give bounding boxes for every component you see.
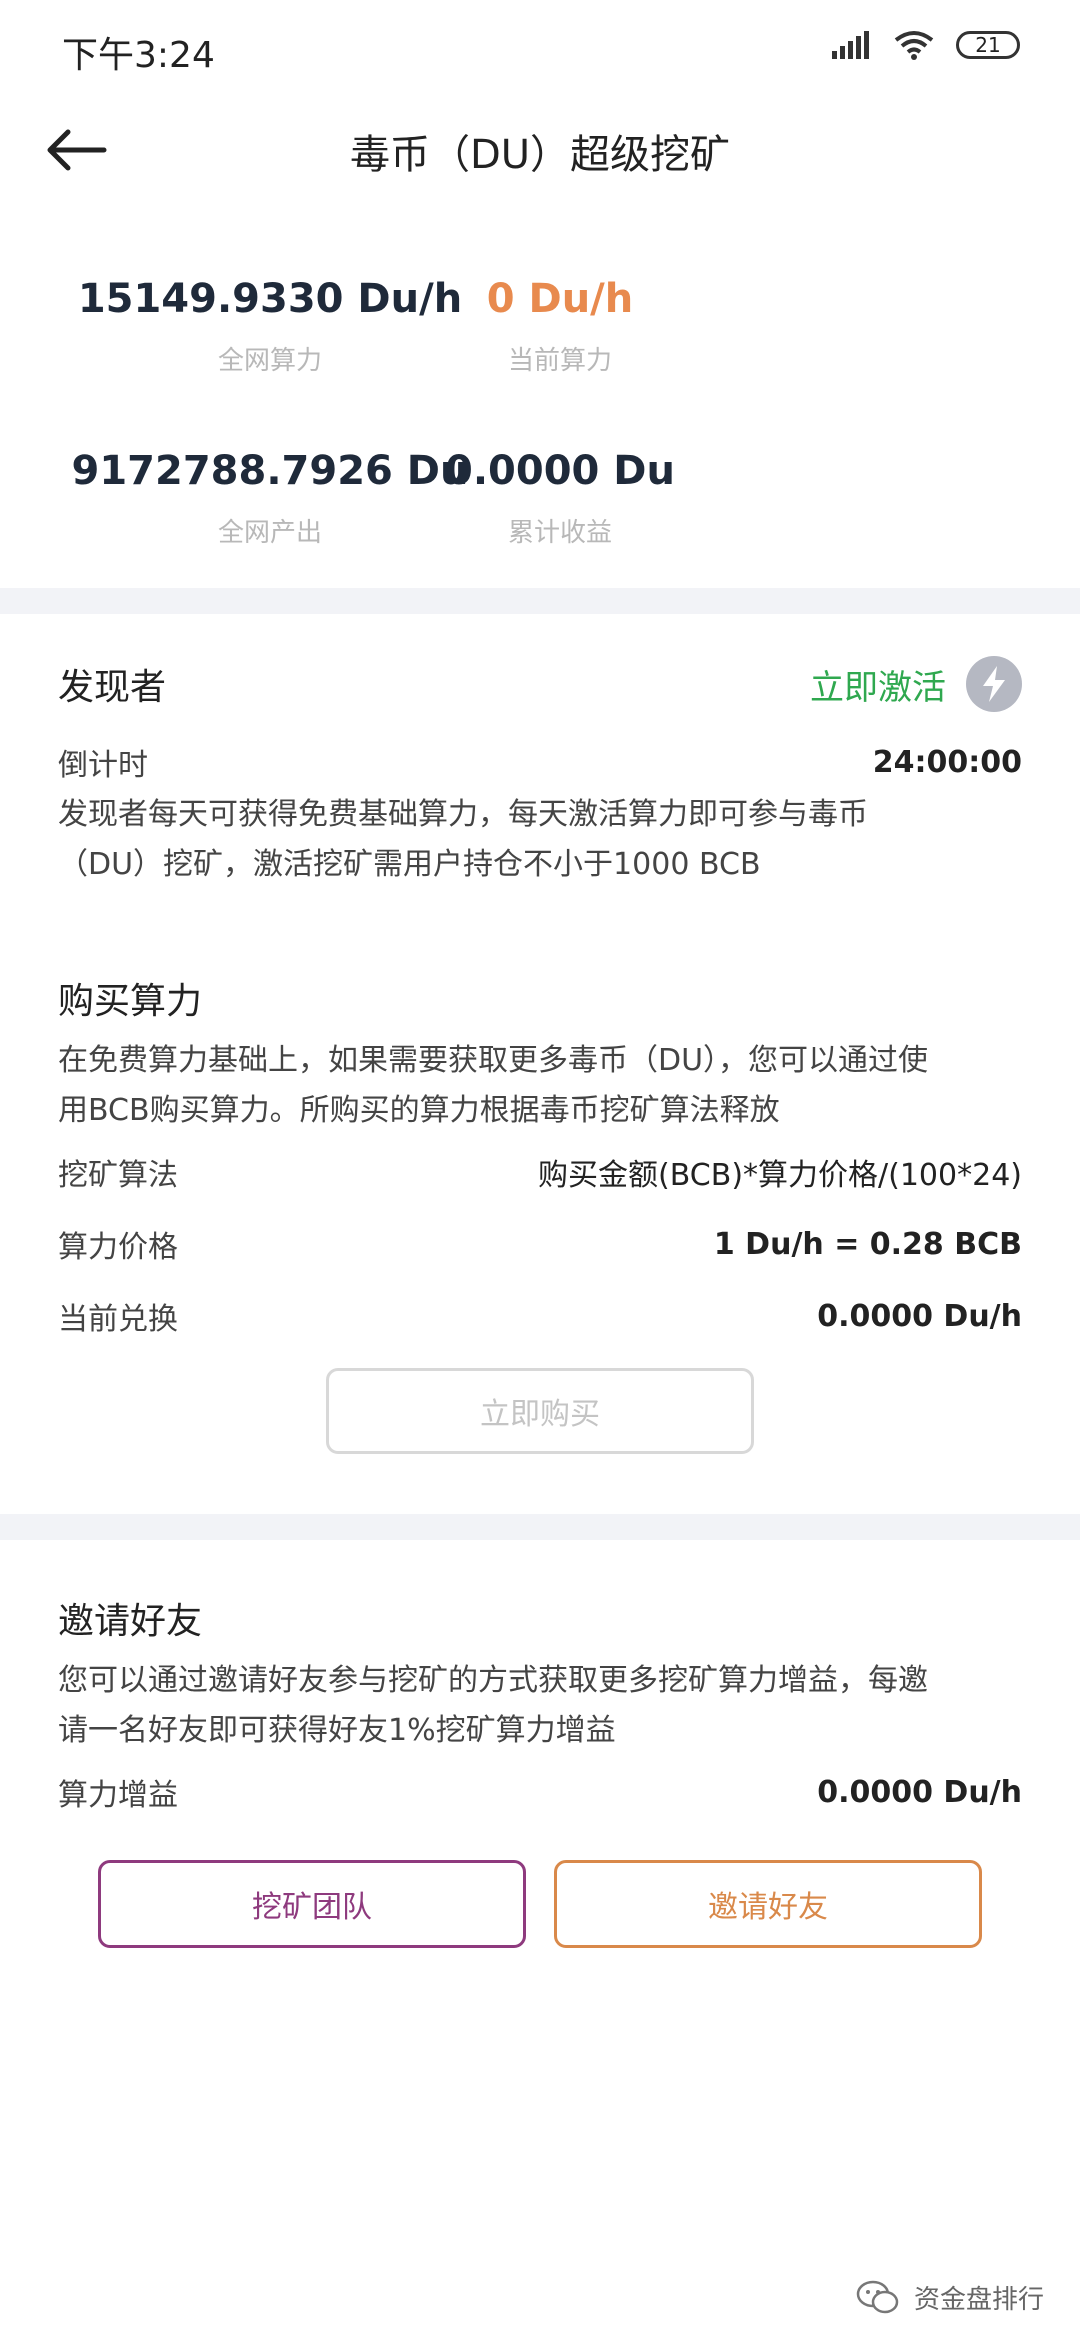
total-earnings-value: 0.0000 Du	[445, 448, 675, 494]
price-row: 算力价格 1 Du/h = 0.28 BCB	[58, 1222, 1022, 1266]
invite-title: 邀请好友	[58, 1601, 203, 1642]
watermark-text: 资金盘排行	[913, 2285, 1044, 2315]
purchase-section: 购买算力 在免费算力基础上，如果需要获取更多毒币（DU），您可以通过使 用BCB…	[58, 972, 1022, 1338]
discoverer-title: 发现者	[58, 667, 167, 708]
header: 毒币（DU）超级挖矿	[0, 100, 1080, 200]
gain-value: 0.0000 Du/h	[817, 1774, 1022, 1810]
current-hashrate-stat: 0 Du/h 当前算力	[290, 276, 830, 377]
activate-button[interactable]: 立即激活	[810, 656, 1022, 712]
invite-description-line: 请一名好友即可获得好友1%挖矿算力增益	[58, 1713, 616, 1748]
countdown-value: 24:00:00	[872, 744, 1022, 780]
status-time: 下午3:24	[62, 35, 215, 76]
current-hashrate-value: 0 Du/h	[486, 276, 634, 322]
mining-team-button[interactable]: 挖矿团队	[98, 1860, 526, 1948]
purchase-description: 在免费算力基础上，如果需要获取更多毒币（DU），您可以通过使 用BCB购买算力。…	[58, 1036, 1022, 1136]
discoverer-description-line: 发现者每天可获得免费基础算力，每天激活算力即可参与毒币	[58, 797, 868, 832]
gain-label: 算力增益	[58, 1778, 178, 1813]
invite-friends-button[interactable]: 邀请好友	[554, 1860, 982, 1948]
status-icons: 21	[832, 30, 1020, 60]
wifi-icon	[894, 31, 934, 60]
exchange-value: 0.0000 Du/h	[817, 1298, 1022, 1334]
algorithm-row: 挖矿算法 购买金额(BCB)*算力价格/(100*24)	[58, 1150, 1022, 1194]
countdown-label: 倒计时	[58, 748, 148, 783]
page-title: 毒币（DU）超级挖矿	[349, 132, 731, 178]
activate-label: 立即激活	[810, 667, 946, 708]
algorithm-value: 购买金额(BCB)*算力价格/(100*24)	[538, 1158, 1022, 1193]
purchase-description-line: 用BCB购买算力。所购买的算力根据毒币挖矿算法释放	[58, 1093, 780, 1128]
current-hashrate-label: 当前算力	[507, 346, 612, 376]
exchange-label: 当前兑换	[58, 1302, 178, 1337]
total-earnings-stat: 0.0000 Du 累计收益	[290, 448, 830, 549]
watermark: 资金盘排行	[856, 2279, 1044, 2316]
gain-row: 算力增益 0.0000 Du/h	[58, 1770, 1022, 1814]
invite-section: 邀请好友 您可以通过邀请好友参与挖矿的方式获取更多挖矿算力增益，每邀 请一名好友…	[58, 1592, 1022, 1814]
lightning-icon	[966, 656, 1022, 712]
discoverer-description: 发现者每天可获得免费基础算力，每天激活算力即可参与毒币 （DU）挖矿，激活挖矿需…	[58, 790, 1022, 890]
invite-description-line: 您可以通过邀请好友参与挖矿的方式获取更多挖矿算力增益，每邀	[58, 1663, 928, 1698]
status-bar: 下午3:24 21	[0, 0, 1080, 100]
purchase-description-line: 在免费算力基础上，如果需要获取更多毒币（DU），您可以通过使	[58, 1043, 929, 1078]
section-divider	[0, 588, 1080, 614]
invite-description: 您可以通过邀请好友参与挖矿的方式获取更多挖矿算力增益，每邀 请一名好友即可获得好…	[58, 1656, 1022, 1756]
algorithm-label: 挖矿算法	[58, 1158, 178, 1193]
wechat-icon	[856, 2280, 899, 2313]
discoverer-description-line: （DU）挖矿，激活挖矿需用户持仓不小于1000 BCB	[58, 847, 761, 882]
price-value: 1 Du/h = 0.28 BCB	[713, 1226, 1022, 1262]
countdown-row: 倒计时 24:00:00	[58, 740, 1022, 784]
exchange-row: 当前兑换 0.0000 Du/h	[58, 1294, 1022, 1338]
purchase-title: 购买算力	[58, 981, 203, 1022]
section-divider	[0, 1514, 1080, 1540]
price-label: 算力价格	[58, 1230, 178, 1265]
signal-icon	[832, 31, 869, 59]
discoverer-section: 发现者 立即激活 倒计时 24:00:00 发现者每天可获得免费基础算力，每天激…	[58, 656, 1022, 890]
battery-icon: 21	[956, 31, 1020, 59]
buy-button[interactable]: 立即购买	[326, 1368, 754, 1454]
total-earnings-label: 累计收益	[507, 518, 612, 548]
